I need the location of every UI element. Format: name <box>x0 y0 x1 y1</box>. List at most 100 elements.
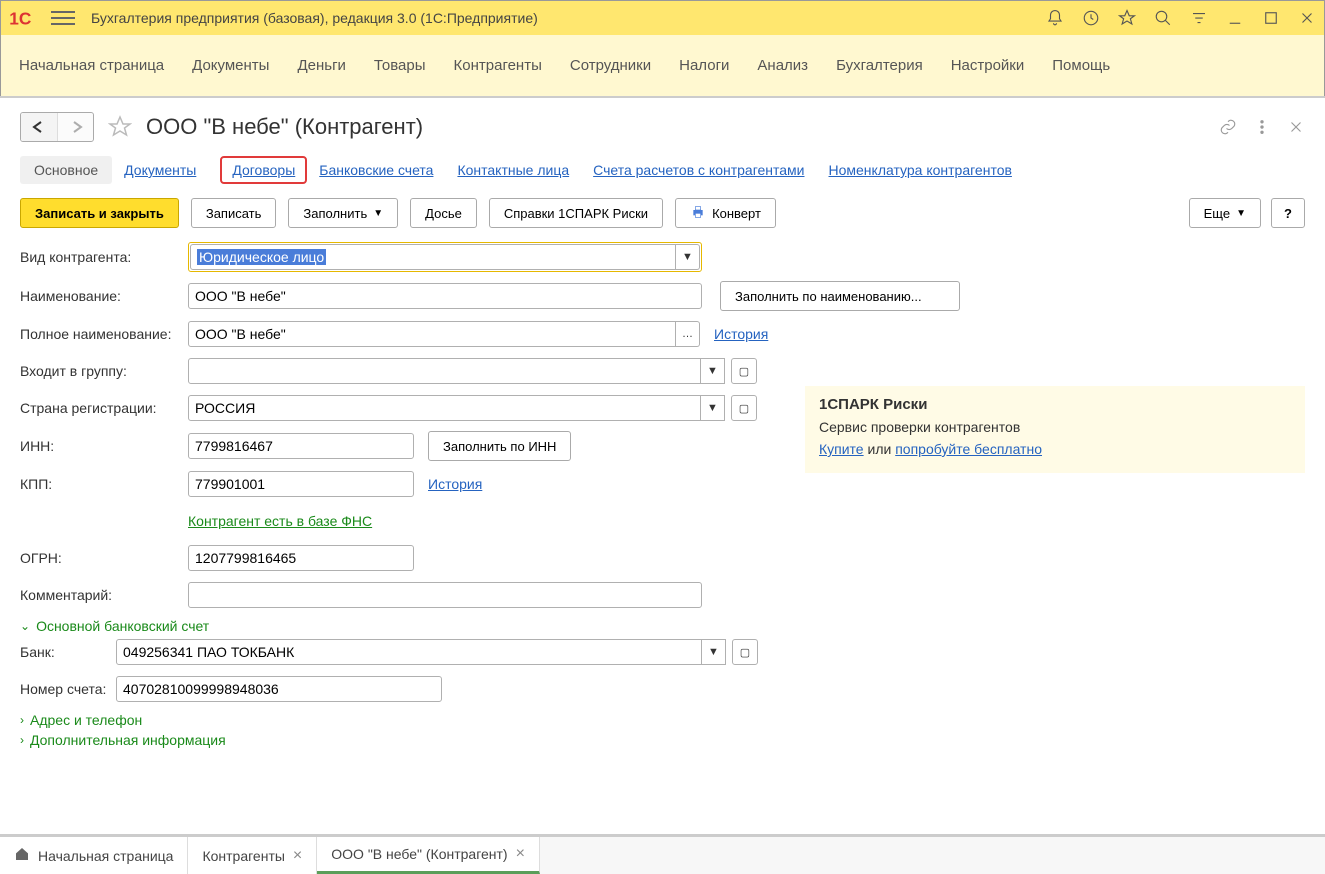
account-input[interactable] <box>116 676 442 702</box>
infobox-subtitle: Сервис проверки контрагентов <box>819 419 1291 435</box>
fullname-expand-icon[interactable]: … <box>676 321 700 347</box>
try-link[interactable]: попробуйте бесплатно <box>895 441 1042 457</box>
form-toolbar: Записать и закрыть Записать Заполнить▼ Д… <box>0 184 1325 242</box>
group-label: Входит в группу: <box>20 363 188 379</box>
filter-icon[interactable] <box>1190 9 1208 27</box>
close-form-icon[interactable] <box>1287 118 1305 136</box>
fullname-input[interactable] <box>188 321 676 347</box>
dossier-button[interactable]: Досье <box>410 198 477 228</box>
bottom-tab-counterparties[interactable]: Контрагенты × <box>188 837 317 874</box>
name-label: Наименование: <box>20 288 188 304</box>
tab-contacts[interactable]: Контактные лица <box>457 156 581 184</box>
bottom-tab-home[interactable]: Начальная страница <box>0 837 188 874</box>
address-section-header[interactable]: › Адрес и телефон <box>20 712 1305 728</box>
save-button[interactable]: Записать <box>191 198 277 228</box>
hamburger-icon[interactable] <box>51 6 75 30</box>
help-button[interactable]: ? <box>1271 198 1305 228</box>
maximize-icon[interactable] <box>1262 9 1280 27</box>
type-input[interactable]: Юридическое лицо <box>190 244 676 270</box>
form-area: ООО "В небе" (Контрагент) Основное Докум… <box>0 96 1325 834</box>
chevron-right-icon: › <box>20 733 24 747</box>
history-icon[interactable] <box>1082 9 1100 27</box>
fill-by-name-button[interactable]: Заполнить по наименованию... <box>720 281 960 311</box>
minimize-icon[interactable] <box>1226 9 1244 27</box>
kpp-input[interactable] <box>188 471 414 497</box>
printer-icon <box>690 204 706 223</box>
group-open-icon[interactable]: ▢ <box>731 358 757 384</box>
favorite-star-icon[interactable] <box>106 113 134 141</box>
risks-button[interactable]: Справки 1СПАРК Риски <box>489 198 663 228</box>
back-button[interactable] <box>21 113 57 141</box>
buy-link[interactable]: Купите <box>819 441 864 457</box>
forward-button[interactable] <box>57 113 93 141</box>
type-dropdown-icon[interactable]: ▼ <box>676 244 700 270</box>
tab-contracts[interactable]: Договоры <box>220 156 307 184</box>
tab-bank-accounts[interactable]: Банковские счета <box>319 156 445 184</box>
menu-goods[interactable]: Товары <box>374 57 426 74</box>
fill-by-inn-button[interactable]: Заполнить по ИНН <box>428 431 571 461</box>
account-label: Номер счета: <box>20 681 116 697</box>
history-link[interactable]: История <box>714 326 768 342</box>
comment-input[interactable] <box>188 582 702 608</box>
fns-check-link[interactable]: Контрагент есть в базе ФНС <box>188 513 372 529</box>
menu-employees[interactable]: Сотрудники <box>570 57 651 74</box>
fill-button[interactable]: Заполнить▼ <box>288 198 398 228</box>
save-close-button[interactable]: Записать и закрыть <box>20 198 179 228</box>
page-title: ООО "В небе" (Контрагент) <box>146 114 423 140</box>
country-open-icon[interactable]: ▢ <box>731 395 757 421</box>
bell-icon[interactable] <box>1046 9 1064 27</box>
country-input[interactable] <box>188 395 701 421</box>
bank-input[interactable] <box>116 639 702 665</box>
menu-documents[interactable]: Документы <box>192 57 269 74</box>
svg-text:1C: 1C <box>9 8 31 28</box>
close-icon[interactable] <box>1298 9 1316 27</box>
menu-money[interactable]: Деньги <box>297 57 345 74</box>
search-icon[interactable] <box>1154 9 1172 27</box>
menu-settings[interactable]: Настройки <box>951 57 1025 74</box>
tab-documents[interactable]: Документы <box>124 156 208 184</box>
bottom-tab-current[interactable]: ООО "В небе" (Контрагент) × <box>317 837 540 874</box>
close-tab-icon[interactable]: × <box>516 845 525 863</box>
star-icon[interactable] <box>1118 9 1136 27</box>
country-label: Страна регистрации: <box>20 400 188 416</box>
bank-section-header[interactable]: ⌄ Основной банковский счет <box>20 618 1305 634</box>
infobox-title: 1СПАРК Риски <box>819 396 1291 413</box>
bank-open-icon[interactable]: ▢ <box>732 639 758 665</box>
kpp-history-link[interactable]: История <box>428 476 482 492</box>
close-tab-icon[interactable]: × <box>293 847 302 865</box>
inn-label: ИНН: <box>20 438 188 454</box>
extra-section-header[interactable]: › Дополнительная информация <box>20 732 1305 748</box>
bank-label: Банк: <box>20 644 116 660</box>
menu-taxes[interactable]: Налоги <box>679 57 729 74</box>
tab-nomenclature[interactable]: Номенклатура контрагентов <box>829 156 1024 184</box>
inn-input[interactable] <box>188 433 414 459</box>
envelope-button[interactable]: Конверт <box>675 198 776 228</box>
country-dropdown-icon[interactable]: ▼ <box>701 395 725 421</box>
group-dropdown-icon[interactable]: ▼ <box>701 358 725 384</box>
menu-home[interactable]: Начальная страница <box>19 57 164 74</box>
link-icon[interactable] <box>1219 118 1237 136</box>
tab-main[interactable]: Основное <box>20 156 112 184</box>
bank-dropdown-icon[interactable]: ▼ <box>702 639 726 665</box>
name-input[interactable] <box>188 283 702 309</box>
menu-help[interactable]: Помощь <box>1052 57 1110 74</box>
kebab-icon[interactable] <box>1253 118 1271 136</box>
chevron-down-icon: ⌄ <box>20 619 30 633</box>
ogrn-input[interactable] <box>188 545 414 571</box>
form-tabs: Основное Документы Договоры Банковские с… <box>0 148 1325 184</box>
menu-analysis[interactable]: Анализ <box>757 57 808 74</box>
menu-counterparties[interactable]: Контрагенты <box>454 57 542 74</box>
group-input[interactable] <box>188 358 701 384</box>
menu-accounting[interactable]: Бухгалтерия <box>836 57 923 74</box>
kpp-label: КПП: <box>20 476 188 492</box>
ogrn-label: ОГРН: <box>20 550 188 566</box>
more-button[interactable]: Еще▼ <box>1189 198 1261 228</box>
chevron-right-icon: › <box>20 713 24 727</box>
spark-info-box: 1СПАРК Риски Сервис проверки контрагенто… <box>805 386 1305 473</box>
main-menu: Начальная страница Документы Деньги Това… <box>1 35 1324 97</box>
bottom-tabs: Начальная страница Контрагенты × ООО "В … <box>0 834 1325 874</box>
form-body: Вид контрагента: Юридическое лицо ▼ Наим… <box>0 242 1325 748</box>
tab-accounts[interactable]: Счета расчетов с контрагентами <box>593 156 816 184</box>
comment-label: Комментарий: <box>20 587 188 603</box>
logo-1c: 1C <box>9 7 41 29</box>
